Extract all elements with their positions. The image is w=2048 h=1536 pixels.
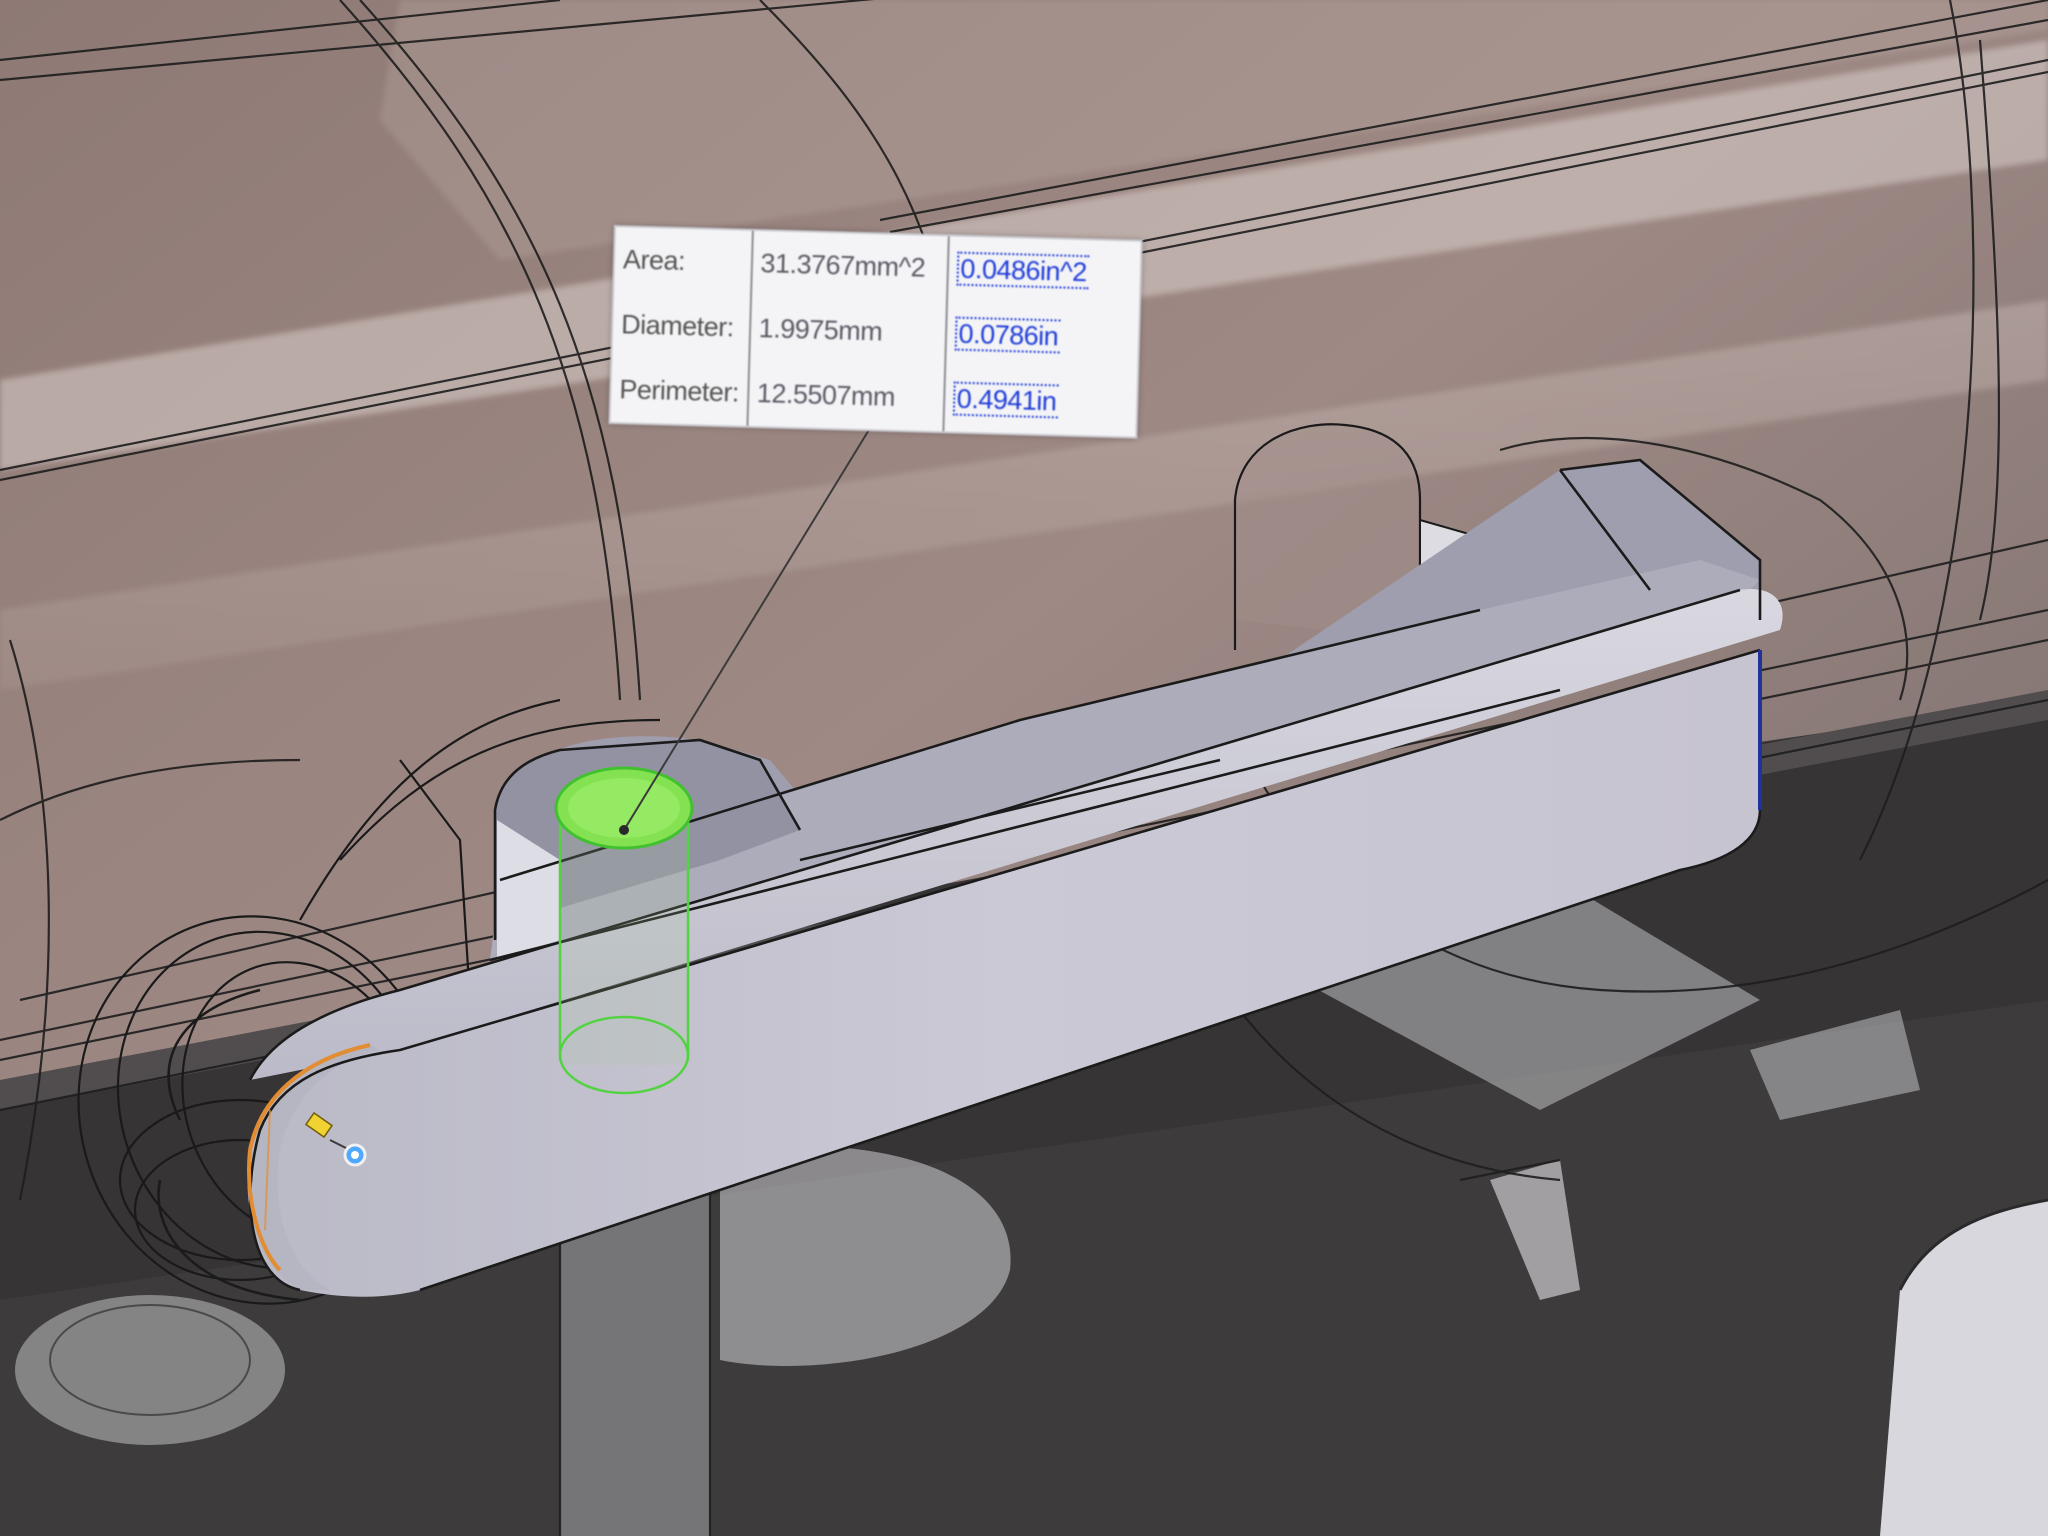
screen-glare: [0, 0, 2048, 1536]
measure-value-mm: 31.3767mm^2: [750, 230, 949, 302]
measure-value-in-text[interactable]: 0.0486in^2: [955, 251, 1090, 290]
measure-value-in-text[interactable]: 0.4941in: [952, 381, 1059, 419]
measure-row-perimeter: Perimeter: 12.5507mm 0.4941in: [610, 357, 1137, 437]
measure-value-in[interactable]: 0.4941in: [943, 366, 1137, 436]
measure-label: Perimeter:: [610, 357, 749, 426]
measure-tooltip[interactable]: Area: 31.3767mm^2 0.0486in^2 Diameter: 1…: [608, 225, 1143, 439]
cad-model-scene[interactable]: [0, 0, 2048, 1536]
measure-label: Diameter:: [612, 292, 751, 361]
measure-label: Area:: [614, 227, 753, 296]
measure-table: Area: 31.3767mm^2 0.0486in^2 Diameter: 1…: [610, 227, 1140, 437]
cad-viewport[interactable]: Area: 31.3767mm^2 0.0486in^2 Diameter: 1…: [0, 0, 2048, 1536]
measure-value-in[interactable]: 0.0486in^2: [947, 236, 1141, 306]
measure-value-mm: 12.5507mm: [746, 360, 945, 432]
measure-value-mm: 1.9975mm: [748, 295, 947, 367]
measure-value-in[interactable]: 0.0786in: [945, 301, 1139, 371]
measure-value-in-text[interactable]: 0.0786in: [954, 316, 1061, 354]
